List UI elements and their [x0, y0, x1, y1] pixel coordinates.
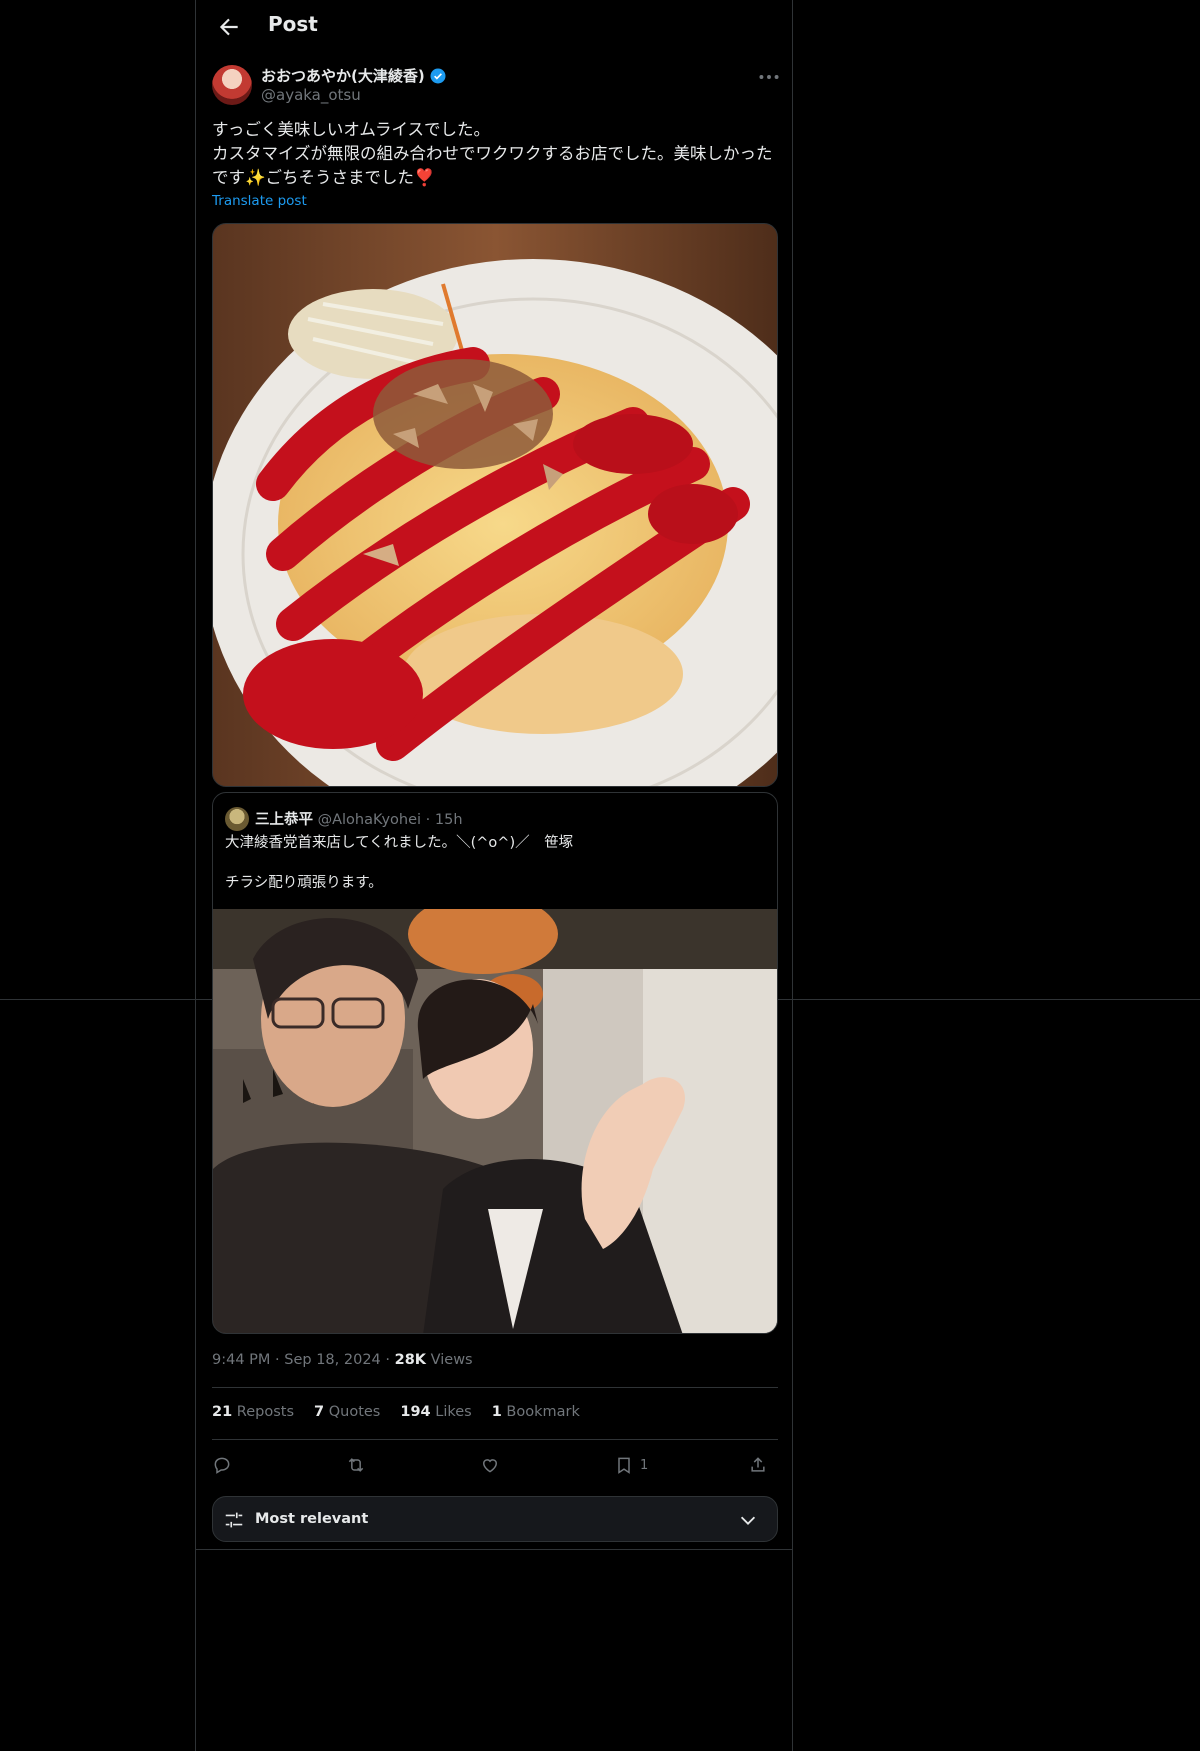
author-name-row: おおつあやか(大津綾香) [261, 65, 447, 86]
omurice-illustration [213, 224, 777, 786]
stats-divider-bottom [212, 1439, 778, 1440]
repost-icon [348, 1458, 364, 1472]
quoted-display-name: 三上恭平 [255, 812, 313, 828]
reposts-stat[interactable]: 21 Reposts [212, 1404, 294, 1420]
likes-stat[interactable]: 194 Likes [400, 1404, 471, 1420]
top-bar: Post [196, 0, 792, 54]
quotes-stat[interactable]: 7 Quotes [314, 1404, 380, 1420]
bookmarks-stat[interactable]: 1 Bookmark [492, 1404, 580, 1420]
author-avatar[interactable] [212, 65, 252, 105]
post-text: すっごく美味しいオムライスでした。 カスタマイズが無限の組み合わせでワクワクする… [212, 120, 773, 187]
stats-divider-top [212, 1387, 778, 1388]
reposts-label: Reposts [236, 1404, 295, 1420]
post-stats: 21 Reposts 7 Quotes 194 Likes 1 Bookmark [212, 1404, 580, 1420]
bookmark-action-count: 1 [640, 1457, 649, 1473]
bookmarks-count: 1 [491, 1404, 502, 1420]
views-count: 28K [394, 1352, 427, 1368]
likes-count: 194 [400, 1404, 431, 1420]
quotes-count: 7 [314, 1404, 325, 1420]
chevron-down-icon [740, 1516, 756, 1525]
quoted-post[interactable]: 三上恭平 @AlohaKyohei · 15h 大津綾香党首来店してくれました。… [212, 792, 778, 1334]
post-date[interactable]: Sep 18, 2024 [284, 1352, 381, 1368]
section-divider [195, 1549, 793, 1550]
likes-label: Likes [435, 1404, 472, 1420]
sort-label: Most relevant [255, 1511, 369, 1527]
reposts-count: 21 [212, 1404, 233, 1420]
verified-badge-icon [430, 68, 446, 83]
translate-post-link[interactable]: Translate post [212, 193, 307, 209]
author-handle[interactable]: @ayaka_otsu [261, 86, 361, 104]
bookmarks-label: Bookmark [506, 1404, 580, 1420]
post-timestamp: 9:44 PM · Sep 18, 2024 · 28K Views [212, 1352, 473, 1368]
sliders-icon [225, 1512, 243, 1528]
back-arrow-icon[interactable] [216, 14, 242, 40]
like-button[interactable] [480, 1448, 500, 1482]
reply-sort-dropdown[interactable]: Most relevant [212, 1496, 778, 1542]
post-photo-omurice[interactable] [212, 223, 778, 787]
quoted-text: 大津綾香党首来店してくれました。＼(^o^)／ 笹塚 チラシ配り頑張ります。 [225, 835, 574, 891]
bookmark-icon [618, 1457, 630, 1474]
bookmark-button[interactable]: 1 [614, 1448, 648, 1482]
quoted-photo [213, 909, 777, 1333]
post-column: Post おおつあやか(大津綾香) @ayaka_otsu すっごく美味しいオム… [195, 0, 793, 1751]
quoted-author-meta: 三上恭平 @AlohaKyohei · 15h [255, 808, 463, 829]
page-title: Post [268, 12, 318, 36]
repost-button[interactable] [346, 1448, 366, 1482]
reply-icon [214, 1457, 230, 1474]
action-bar: 1 [212, 1448, 778, 1482]
quoted-handle: @AlohaKyohei [317, 812, 422, 828]
share-icon [751, 1457, 765, 1472]
reply-button[interactable] [212, 1448, 232, 1482]
selfie-illustration [213, 909, 777, 1333]
post-time[interactable]: 9:44 PM [212, 1352, 270, 1368]
quoted-time: 15h [434, 812, 463, 828]
quoted-author-avatar [225, 807, 249, 831]
author-display-name[interactable]: おおつあやか(大津綾香) [261, 65, 425, 86]
quoted-separator: · [425, 812, 431, 828]
more-icon[interactable] [756, 64, 782, 90]
share-button[interactable] [748, 1448, 768, 1482]
views-label: Views [430, 1352, 473, 1368]
timestamp-separator: · [275, 1352, 280, 1368]
quotes-label: Quotes [328, 1404, 381, 1420]
timestamp-separator-2: · [385, 1352, 390, 1368]
like-icon [482, 1459, 498, 1473]
